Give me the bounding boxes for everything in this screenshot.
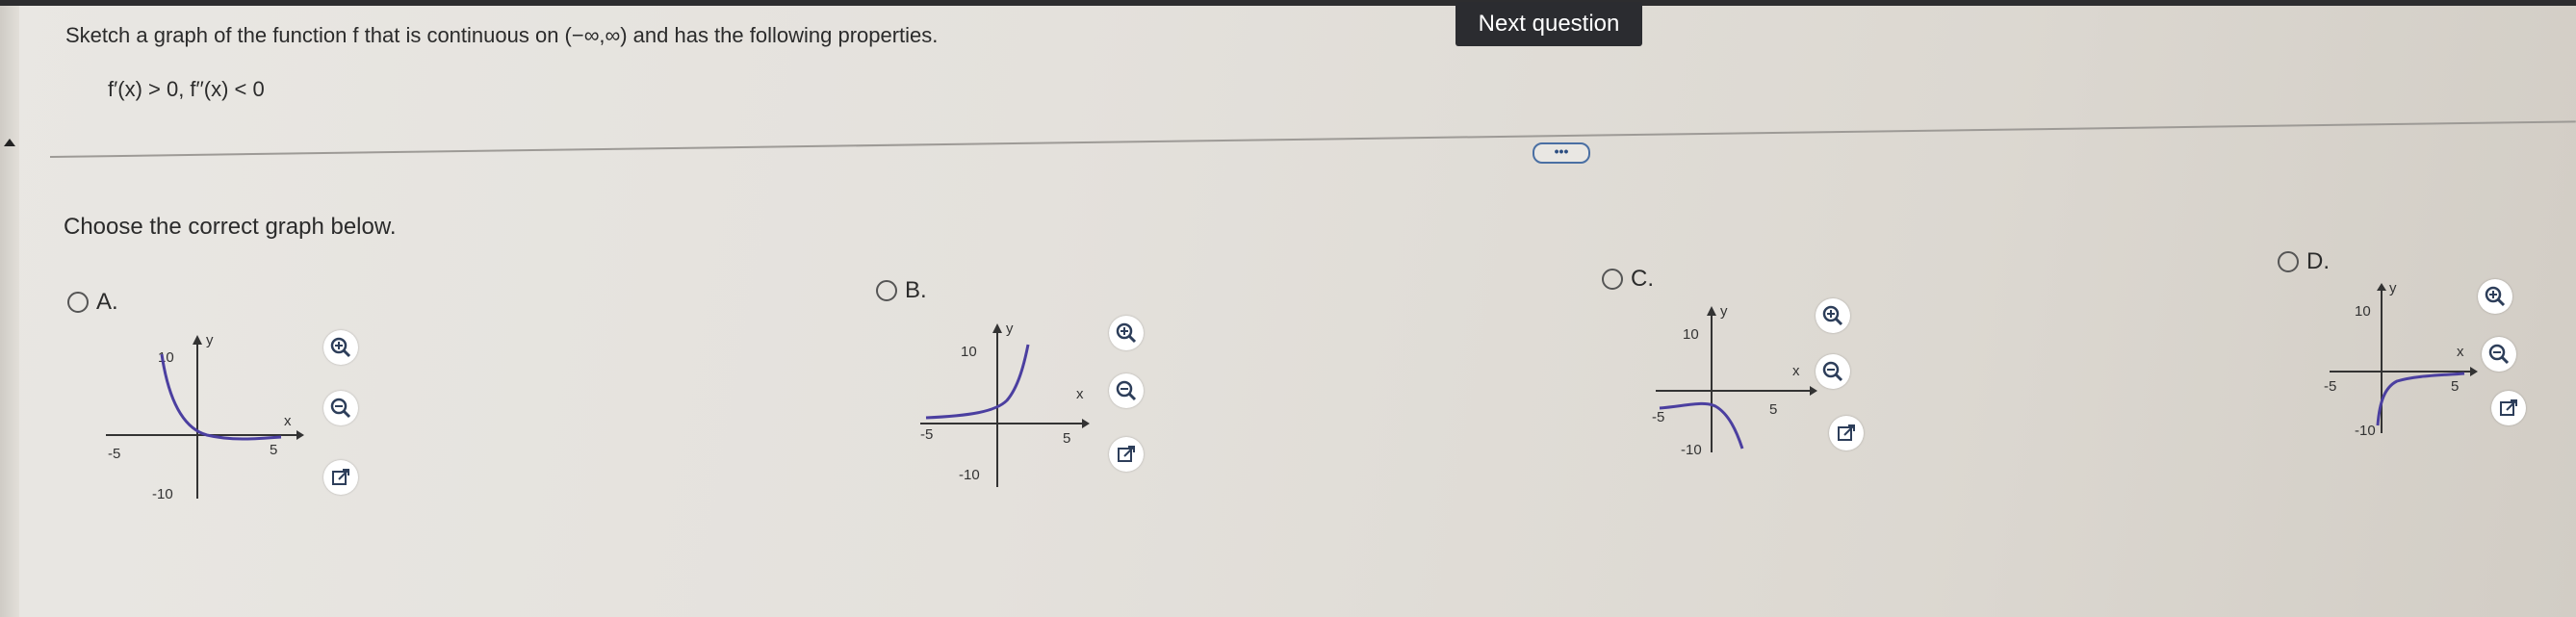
y-bottom-tick-label: -10 — [959, 467, 980, 483]
popout-icon — [1838, 424, 1855, 441]
popout-button[interactable] — [1829, 416, 1864, 450]
curve — [160, 353, 282, 441]
y-top-tick-label: 10 — [961, 344, 977, 360]
zoom-in-button[interactable] — [1109, 316, 1144, 350]
zoom-in-button[interactable] — [1816, 298, 1850, 333]
more-button[interactable]: ••• — [1533, 142, 1590, 164]
option-b[interactable]: B. — [876, 277, 927, 304]
y-bottom-tick-label: -10 — [1681, 442, 1702, 458]
question-text: Sketch a graph of the function f that is… — [65, 23, 939, 47]
popout-icon — [332, 469, 349, 485]
x-left-tick-label: -5 — [1652, 409, 1664, 425]
x-axis-label: x — [1792, 363, 1800, 379]
zoom-out-button[interactable] — [2482, 337, 2516, 372]
option-d[interactable]: D. — [2278, 248, 2330, 275]
zoom-out-icon — [1116, 380, 1137, 401]
zoom-out-button[interactable] — [323, 391, 358, 425]
next-question-button[interactable]: Next question — [1455, 2, 1642, 46]
x-axis-label: x — [1076, 386, 1084, 402]
option-c[interactable]: C. — [1602, 266, 1654, 293]
x-left-tick-label: -5 — [920, 426, 933, 443]
y-axis-arrow-icon — [193, 335, 202, 345]
curve — [925, 344, 1030, 420]
choose-prompt: Choose the correct graph below. — [64, 214, 397, 240]
x-axis-arrow-icon — [2470, 367, 2478, 376]
y-axis-arrow-icon — [1707, 306, 1716, 316]
radio-button[interactable] — [1602, 269, 1623, 290]
x-right-tick-label: 5 — [270, 442, 277, 458]
y-axis-arrow-icon — [2377, 283, 2386, 291]
collapse-arrow-icon[interactable] — [4, 139, 15, 146]
graph-d: y x 10 -10 -5 5 — [2320, 279, 2493, 443]
left-edge-panel — [0, 6, 19, 617]
y-axis-arrow-icon — [992, 323, 1002, 333]
y-top-tick-label: 10 — [158, 349, 174, 366]
radio-button[interactable] — [67, 292, 89, 313]
x-right-tick-label: 5 — [1063, 430, 1070, 447]
question-properties: f′(x) > 0, f′′(x) < 0 — [108, 77, 265, 101]
popout-icon — [2500, 399, 2517, 416]
x-left-tick-label: -5 — [2324, 378, 2336, 395]
radio-button[interactable] — [876, 280, 897, 301]
y-axis-label: y — [1006, 321, 1014, 337]
y-top-tick-label: 10 — [2355, 303, 2371, 320]
x-axis-label: x — [2457, 344, 2464, 360]
popout-button[interactable] — [2491, 391, 2526, 425]
popout-button[interactable] — [1109, 437, 1144, 472]
option-label: C. — [1631, 266, 1654, 292]
zoom-in-button[interactable] — [2478, 279, 2512, 314]
zoom-out-icon — [2488, 344, 2510, 365]
y-axis-label: y — [206, 332, 214, 348]
divider — [49, 120, 2576, 158]
option-label: A. — [96, 289, 118, 315]
option-label: D. — [2306, 248, 2330, 274]
x-axis-label: x — [284, 413, 292, 429]
x-left-tick-label: -5 — [108, 446, 120, 462]
top-bar — [0, 0, 2576, 6]
zoom-out-button[interactable] — [1816, 354, 1850, 389]
y-axis-label: y — [1720, 303, 1728, 320]
zoom-in-button[interactable] — [323, 330, 358, 365]
x-axis-arrow-icon — [1082, 419, 1090, 428]
graph-a: y x 10 -10 -5 5 — [96, 327, 308, 510]
zoom-out-button[interactable] — [1109, 373, 1144, 408]
option-a[interactable]: A. — [67, 289, 118, 316]
x-axis-arrow-icon — [1810, 386, 1817, 396]
graph-b: y x 10 -10 -5 5 — [911, 316, 1122, 499]
x-right-tick-label: 5 — [1769, 401, 1777, 418]
option-label: B. — [905, 277, 927, 303]
zoom-in-icon — [1822, 305, 1843, 326]
y-top-tick-label: 10 — [1683, 326, 1699, 343]
zoom-out-icon — [330, 398, 351, 419]
y-axis-label: y — [2389, 280, 2397, 296]
radio-button[interactable] — [2278, 251, 2299, 272]
x-right-tick-label: 5 — [2451, 378, 2459, 395]
zoom-in-icon — [2485, 286, 2506, 307]
popout-button[interactable] — [323, 460, 358, 495]
zoom-out-icon — [1822, 361, 1843, 382]
popout-icon — [1118, 446, 1135, 462]
y-bottom-tick-label: -10 — [152, 486, 173, 502]
zoom-in-icon — [1116, 322, 1137, 344]
y-bottom-tick-label: -10 — [2355, 423, 2376, 439]
x-axis-arrow-icon — [296, 430, 304, 440]
zoom-in-icon — [330, 337, 351, 358]
